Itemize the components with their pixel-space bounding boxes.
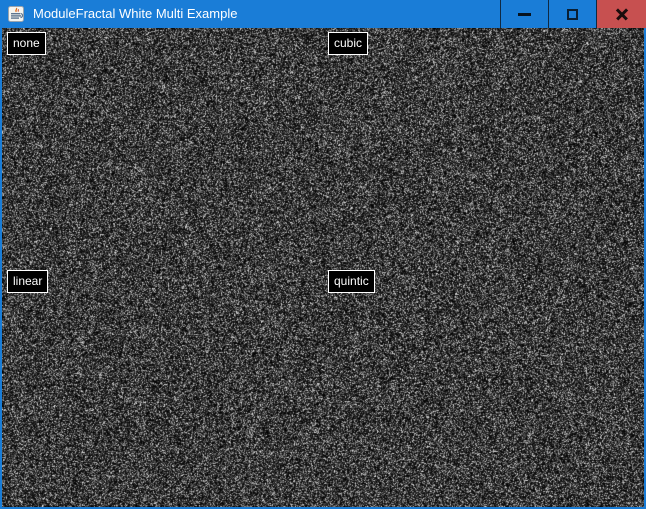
maximize-button[interactable] (548, 0, 596, 28)
window-controls (500, 0, 646, 28)
quadrant-label-cubic: cubic (328, 32, 368, 55)
minimize-button[interactable] (500, 0, 548, 28)
window-title: ModuleFractal White Multi Example (33, 0, 237, 28)
noise-canvas (2, 28, 644, 507)
quadrant-label-quintic: quintic (328, 270, 375, 293)
maximize-icon (567, 9, 578, 20)
close-button[interactable] (596, 0, 646, 28)
titlebar[interactable]: ModuleFractal White Multi Example (0, 0, 646, 28)
java-coffee-icon[interactable] (8, 6, 24, 22)
minimize-icon (518, 13, 531, 16)
quadrant-label-linear: linear (7, 270, 48, 293)
close-icon (615, 7, 629, 21)
window: ModuleFractal White Multi Example none c… (0, 0, 646, 509)
noise-viewport: none cubic linear quintic (0, 28, 646, 509)
quadrant-label-none: none (7, 32, 46, 55)
